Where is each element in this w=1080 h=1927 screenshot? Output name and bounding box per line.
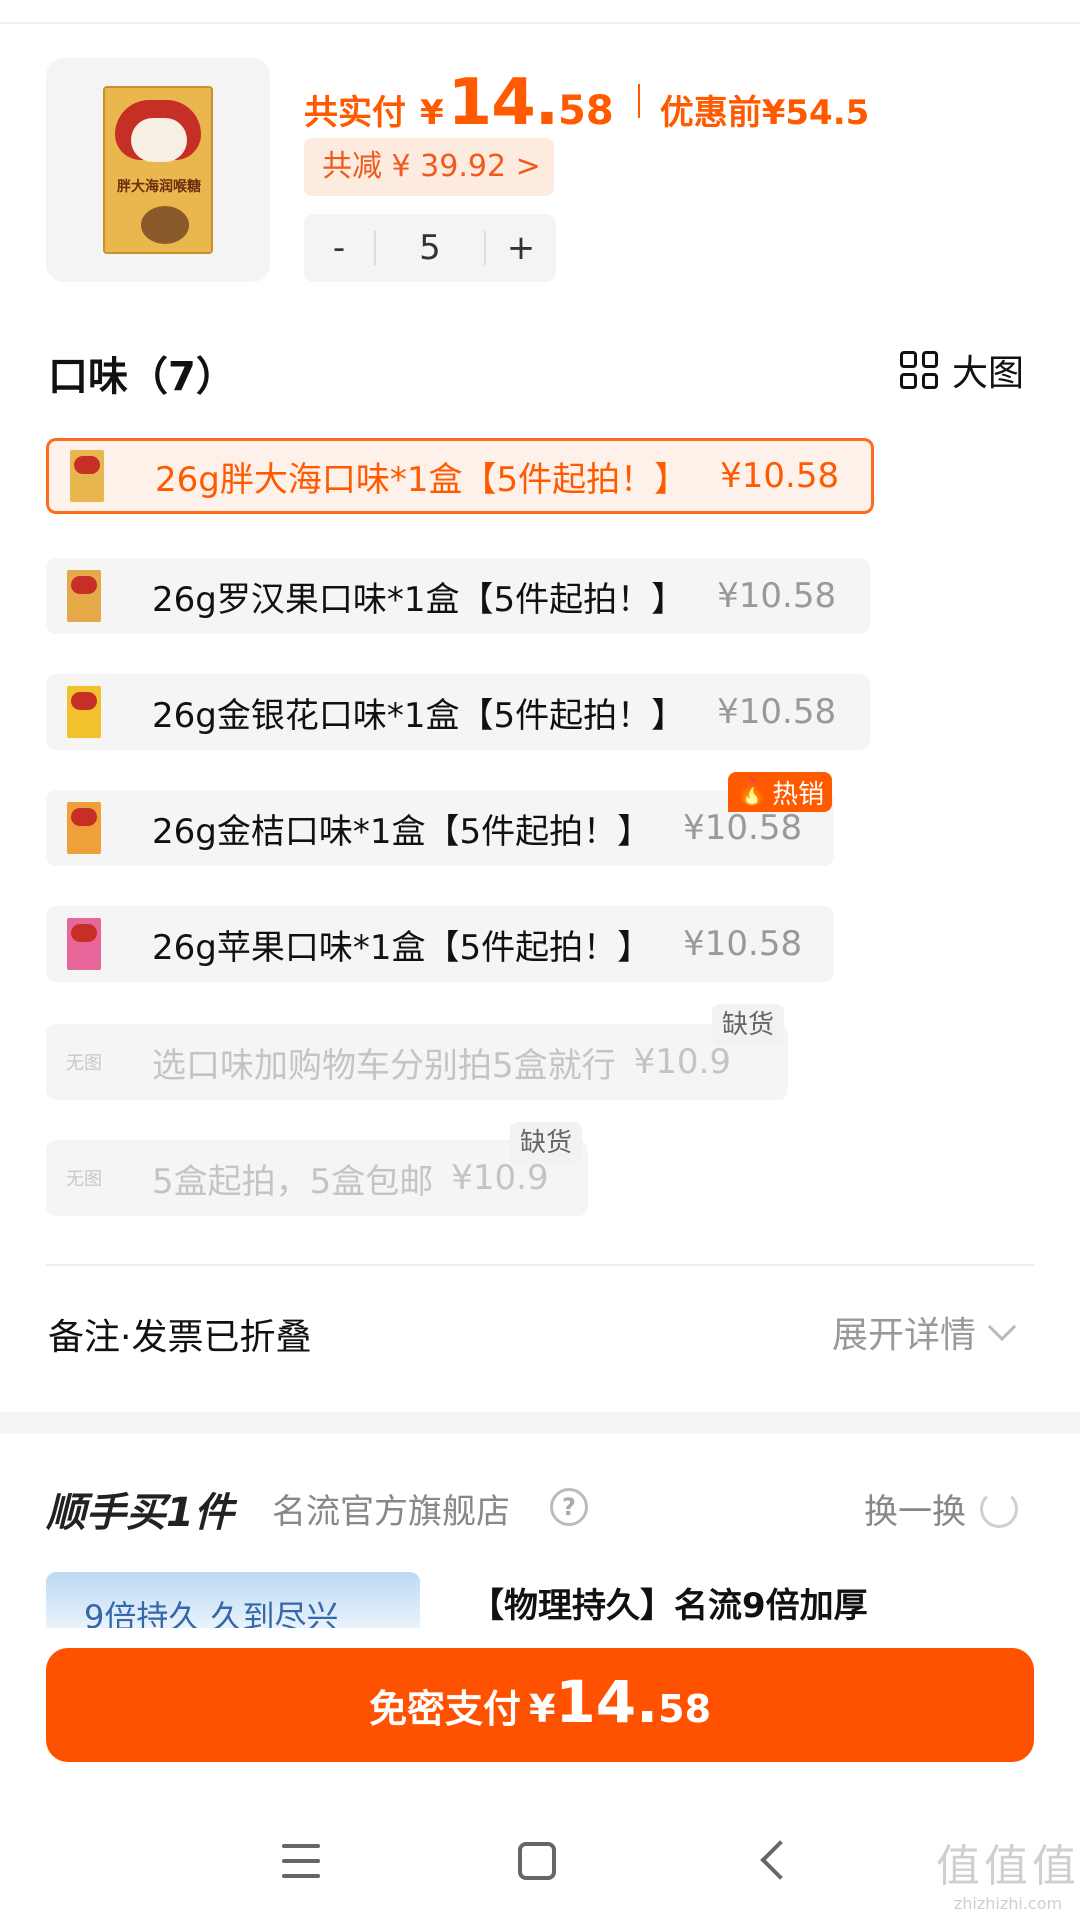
top-divider (0, 22, 1080, 24)
flavor-option-price: ¥10.58 (683, 808, 803, 848)
store-name: 名流官方旗舰店 (272, 1492, 510, 1532)
flavor-thumbnail (46, 790, 122, 866)
original-price: 优惠前¥54.5 (659, 93, 870, 133)
product-box-image: 胖大海润喉糖 (103, 86, 213, 254)
no-image-placeholder: 无图 (66, 1053, 102, 1074)
add-on-title: 顺手买1件 (46, 1490, 234, 1536)
flavor-option-label: 26g金银花口味*1盒【5件起拍！】 (152, 695, 686, 736)
notes-invoice-label: 备注·发票已折叠 (48, 1317, 312, 1358)
product-thumbnail[interactable]: 胖大海润喉糖 (46, 58, 270, 282)
discount-detail-button[interactable]: 共减 ¥ 39.92 > (304, 138, 554, 196)
flavor-option-price: ¥10.58 (717, 692, 837, 732)
section-band (0, 1412, 1080, 1434)
flavor-option-out-of-stock[interactable]: 无图 5盒起拍，5盒包邮 ¥10.9 (46, 1140, 588, 1216)
decrease-button[interactable]: - (304, 228, 374, 268)
refresh-icon (980, 1489, 1018, 1528)
increase-button[interactable]: + (486, 228, 556, 268)
home-icon[interactable] (518, 1842, 556, 1880)
password-free-pay-button[interactable]: 免密支付 ¥ 14. 58 (46, 1648, 1034, 1762)
price-separator (637, 84, 640, 118)
out-of-stock-badge: 缺货 (510, 1122, 583, 1164)
system-navigation-bar: 值值值 zhizhizhi.com (0, 1800, 1080, 1927)
out-of-stock-badge: 缺货 (712, 1004, 785, 1046)
flavor-option-label: 26g胖大海口味*1盒【5件起拍！】 (155, 459, 689, 500)
flavor-section-title: 口味（7） (48, 354, 236, 400)
no-image-placeholder: 无图 (66, 1169, 102, 1190)
total-pay-integer: 14. (447, 66, 559, 140)
recommended-product-image[interactable]: 9倍持久 久到尽兴 (46, 1572, 420, 1628)
swap-button[interactable]: 换一换 (864, 1484, 1018, 1533)
total-pay-line: 共实付 ¥ 14. 58 优惠前¥54.5 (304, 66, 870, 140)
flavor-option-price: ¥10.58 (683, 924, 803, 964)
flavor-thumbnail (46, 674, 122, 750)
flavor-option-price: ¥10.58 (717, 576, 837, 616)
flavor-option-label: 5盒起拍，5盒包邮 (152, 1161, 434, 1202)
flavor-option-label: 选口味加购物车分别拍5盒就行 (152, 1045, 616, 1086)
large-image-label: 大图 (952, 353, 1025, 394)
hot-sale-badge: 🔥 热销 (728, 772, 832, 812)
flavor-option-label: 26g罗汉果口味*1盒【5件起拍！】 (152, 579, 686, 620)
total-pay-currency: ¥ (420, 93, 444, 133)
quantity-input[interactable]: 5 (376, 228, 484, 268)
total-pay-label: 共实付 (304, 93, 406, 133)
flavor-option-price: ¥10.9 (451, 1158, 549, 1198)
flavor-option-price: ¥10.58 (720, 456, 840, 496)
flavor-option-label: 26g苹果口味*1盒【5件起拍！】 (152, 927, 652, 968)
discount-label: 共减 ¥ 39.92 > (322, 149, 541, 184)
expand-details-button[interactable]: 展开详情 (832, 1306, 1017, 1358)
flavor-option[interactable]: 26g金桔口味*1盒【5件起拍！】 ¥10.58 (46, 790, 834, 866)
flavor-option-label: 26g金桔口味*1盒【5件起拍！】 (152, 811, 652, 852)
recommended-product-title[interactable]: 【物理持久】名流9倍加厚 (470, 1578, 868, 1627)
total-pay-decimal: 58 (558, 88, 614, 134)
flavor-option[interactable]: 26g苹果口味*1盒【5件起拍！】 ¥10.58 (46, 906, 834, 982)
back-icon[interactable] (760, 1840, 800, 1880)
flavor-option[interactable]: 26g金银花口味*1盒【5件起拍！】 ¥10.58 (46, 674, 870, 750)
quantity-stepper[interactable]: - 5 + (304, 214, 556, 282)
flavor-option[interactable]: 26g胖大海口味*1盒【5件起拍！】 ¥10.58 (46, 438, 874, 514)
flavor-thumbnail (49, 438, 125, 514)
site-watermark: 值值值 zhizhizhi.com (936, 1841, 1080, 1913)
flavor-option-price: ¥10.9 (633, 1042, 731, 1082)
flavor-option-out-of-stock[interactable]: 无图 选口味加购物车分别拍5盒就行 ¥10.9 (46, 1024, 788, 1100)
section-divider (46, 1264, 1034, 1266)
large-image-toggle[interactable]: 大图 (900, 344, 1024, 396)
help-icon[interactable]: ? (550, 1488, 588, 1526)
grid-icon (900, 351, 938, 389)
flavor-thumbnail (46, 558, 122, 634)
recent-apps-icon[interactable] (282, 1844, 320, 1878)
flavor-option[interactable]: 26g罗汉果口味*1盒【5件起拍！】 ¥10.58 (46, 558, 870, 634)
chevron-down-icon (987, 1312, 1017, 1342)
flavor-thumbnail (46, 906, 122, 982)
fire-icon: 🔥 (735, 777, 769, 807)
